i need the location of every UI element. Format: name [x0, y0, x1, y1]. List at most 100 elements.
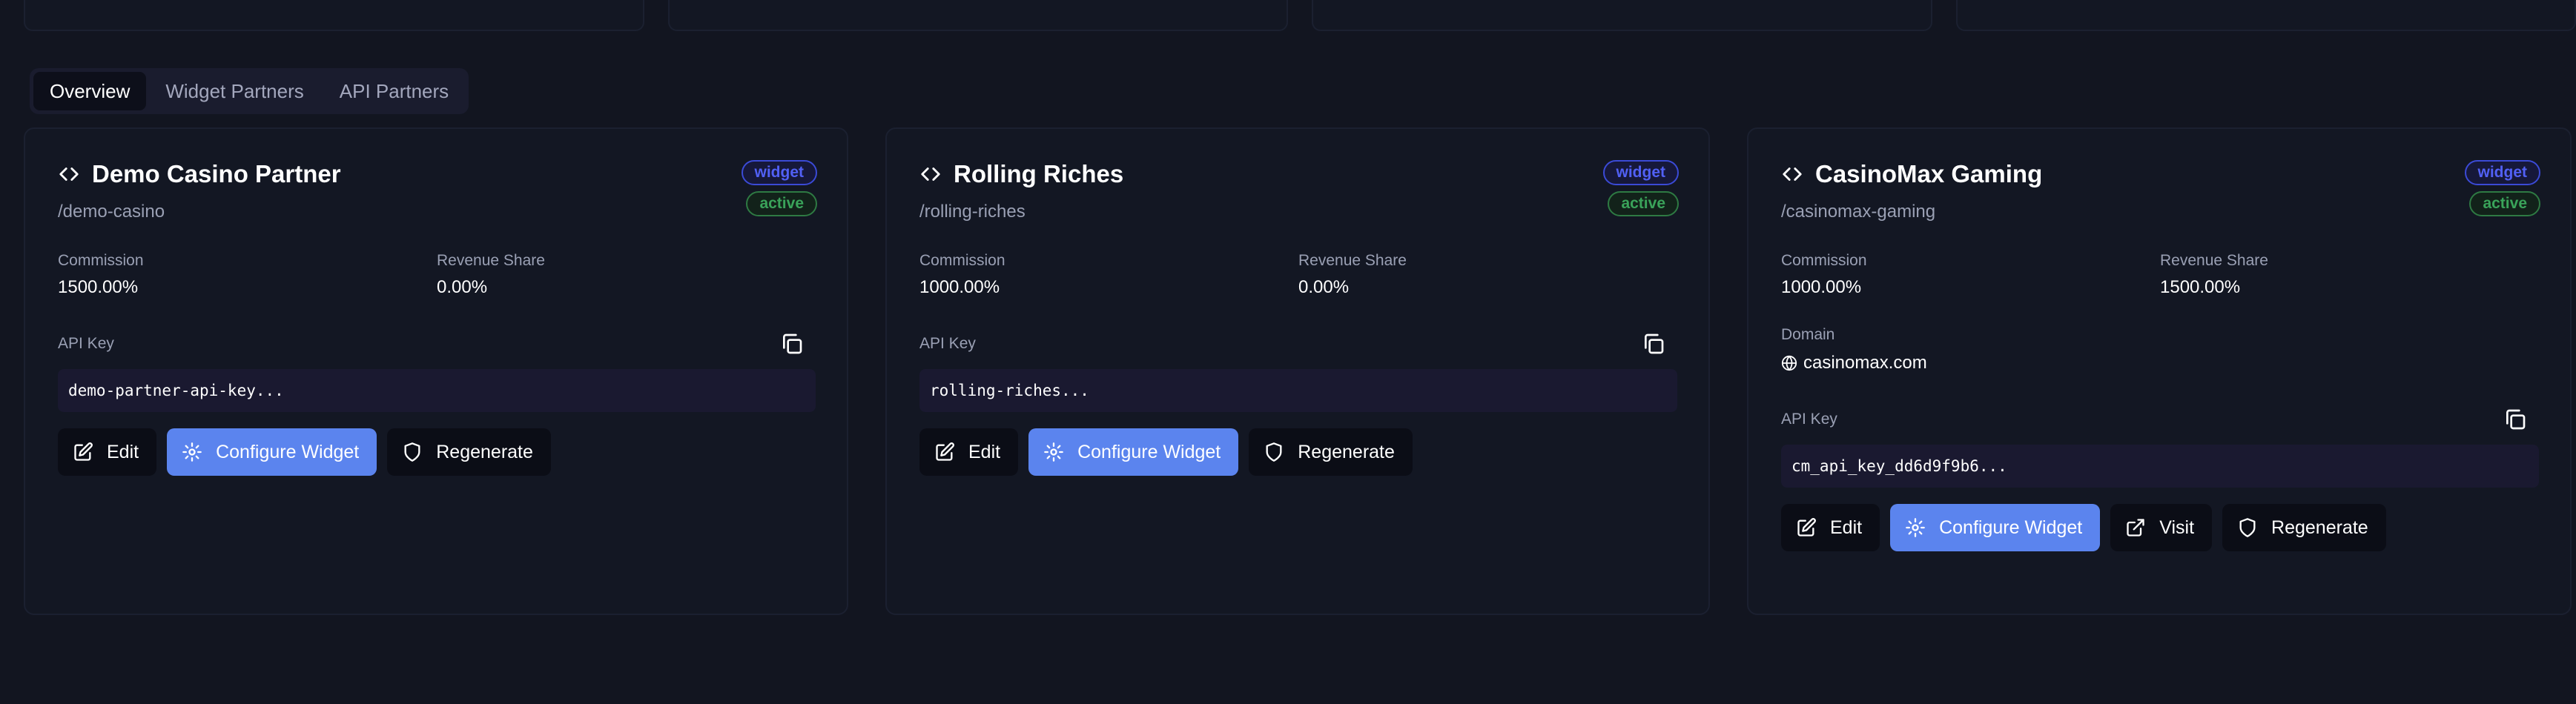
partner-card: Rolling Riches /rolling-riches widget ac…	[885, 127, 1710, 615]
commission-label: Commission	[58, 252, 144, 269]
partner-slug: /casinomax-gaming	[1781, 202, 1936, 222]
configure-widget-button[interactable]: Configure Widget	[1028, 428, 1239, 476]
api-key-row: API Key	[919, 332, 1677, 356]
revenue-share-value: 1500.00%	[2160, 277, 2241, 297]
code-icon	[921, 167, 940, 181]
regenerate-button[interactable]: Regenerate	[1249, 428, 1413, 476]
revenue-share-stat: Revenue Share 1500.00%	[2160, 252, 2539, 298]
revenue-share-stat: Revenue Share 0.00%	[1298, 252, 1677, 298]
edit-button-label: Edit	[1830, 517, 1863, 538]
edit-button[interactable]: Edit	[919, 428, 1019, 476]
commission-label: Commission	[1781, 252, 1867, 269]
commission-value: 1000.00%	[1781, 277, 1862, 297]
partner-slug: /rolling-riches	[919, 202, 1026, 222]
api-key-label: API Key	[1781, 411, 1837, 428]
gear-icon	[182, 442, 202, 462]
copy-icon[interactable]	[780, 332, 804, 356]
partner-actions: Edit Configure Widget Regenerate	[58, 428, 816, 476]
configure-widget-label: Configure Widget	[1939, 517, 2083, 538]
status-badge: active	[2469, 191, 2540, 216]
revenue-share-stat: Revenue Share 0.00%	[437, 252, 816, 298]
top-summary-strip	[24, 0, 2576, 31]
api-key-value: rolling-riches...	[919, 369, 1677, 412]
revenue-share-label: Revenue Share	[437, 252, 545, 269]
api-key-value: demo-partner-api-key...	[58, 369, 816, 412]
api-key-row: API Key	[58, 332, 816, 356]
api-key-label: API Key	[919, 335, 976, 352]
configure-widget-label: Configure Widget	[216, 441, 360, 462]
commission-stat: Commission 1500.00%	[58, 252, 437, 298]
partner-badges: widget active	[2464, 160, 2540, 216]
commission-stat: Commission 1000.00%	[919, 252, 1298, 298]
gear-icon	[1906, 518, 1925, 537]
domain-value-row: casinomax.com	[1781, 353, 2539, 373]
commission-value: 1500.00%	[58, 277, 139, 297]
edit-button[interactable]: Edit	[1781, 504, 1880, 551]
tab-api-partners[interactable]: API Partners	[323, 72, 465, 110]
revenue-share-label: Revenue Share	[1298, 252, 1407, 269]
partner-stats: Commission 1000.00% Revenue Share 0.00%	[919, 252, 1677, 298]
summary-card	[1312, 0, 1932, 31]
copy-icon[interactable]	[1642, 332, 1665, 356]
status-badge: active	[746, 191, 817, 216]
copy-icon[interactable]	[2503, 408, 2527, 431]
edit-icon	[1797, 518, 1816, 537]
partner-title-row: Rolling Riches	[919, 160, 1677, 188]
visit-button[interactable]: Visit	[2110, 504, 2213, 551]
shield-icon	[1266, 442, 1282, 462]
domain-label: Domain	[1781, 326, 1835, 343]
domain-value: casinomax.com	[1803, 353, 1927, 373]
partner-cards: Demo Casino Partner /demo-casino widget …	[24, 127, 2576, 615]
partner-name: Rolling Riches	[954, 160, 1124, 187]
summary-card	[1955, 0, 2576, 31]
tab-widget-partners[interactable]: Widget Partners	[149, 72, 320, 110]
regenerate-button-label: Regenerate	[436, 441, 533, 462]
partner-name: Demo Casino Partner	[92, 160, 341, 187]
partner-card: CasinoMax Gaming /casinomax-gaming widge…	[1747, 127, 2572, 615]
partner-title-row: Demo Casino Partner	[58, 160, 816, 188]
partner-title-row: CasinoMax Gaming	[1781, 160, 2539, 188]
globe-icon	[1781, 355, 1797, 371]
partner-stats: Commission 1000.00% Revenue Share 1500.0…	[1781, 252, 2539, 298]
configure-widget-button[interactable]: Configure Widget	[1890, 504, 2101, 551]
partner-card: Demo Casino Partner /demo-casino widget …	[24, 127, 848, 615]
type-badge: widget	[741, 160, 817, 185]
summary-card	[667, 0, 1288, 31]
edit-button[interactable]: Edit	[58, 428, 157, 476]
edit-button-label: Edit	[968, 441, 1001, 462]
commission-label: Commission	[919, 252, 1005, 269]
partner-tabs: Overview Widget Partners API Partners	[30, 68, 469, 114]
api-key-label: API Key	[58, 335, 114, 352]
code-icon	[59, 167, 79, 181]
partner-stats: Commission 1500.00% Revenue Share 0.00%	[58, 252, 816, 298]
visit-button-label: Visit	[2159, 517, 2195, 538]
configure-widget-button[interactable]: Configure Widget	[167, 428, 377, 476]
edit-icon	[74, 442, 93, 461]
partner-badges: widget active	[1602, 160, 1679, 216]
shield-icon	[404, 442, 420, 462]
edit-button-label: Edit	[107, 441, 139, 462]
partner-actions: Edit Configure Widget Regenerate	[919, 428, 1677, 476]
tab-overview[interactable]: Overview	[33, 72, 147, 110]
commission-stat: Commission 1000.00%	[1781, 252, 2160, 298]
commission-value: 1000.00%	[919, 277, 1000, 297]
status-badge: active	[1608, 191, 1679, 216]
api-key-value: cm_api_key_dd6d9f9b6...	[1781, 445, 2539, 488]
regenerate-button[interactable]: Regenerate	[2222, 504, 2386, 551]
partner-badges: widget active	[741, 160, 817, 216]
summary-card	[24, 0, 644, 31]
type-badge: widget	[2464, 160, 2540, 185]
regenerate-button-label: Regenerate	[2271, 517, 2368, 538]
revenue-share-value: 0.00%	[1298, 277, 1350, 297]
partner-name: CasinoMax Gaming	[1815, 160, 2043, 187]
configure-widget-label: Configure Widget	[1077, 441, 1221, 462]
type-badge: widget	[1602, 160, 1679, 185]
external-link-icon	[2127, 519, 2144, 537]
edit-icon	[936, 442, 954, 461]
revenue-share-label: Revenue Share	[2160, 252, 2268, 269]
domain-section: Domain casinomax.com	[1781, 326, 2539, 373]
api-key-row: API Key	[1781, 408, 2539, 431]
regenerate-button-label: Regenerate	[1298, 441, 1395, 462]
partner-slug: /demo-casino	[58, 202, 165, 222]
regenerate-button[interactable]: Regenerate	[387, 428, 551, 476]
